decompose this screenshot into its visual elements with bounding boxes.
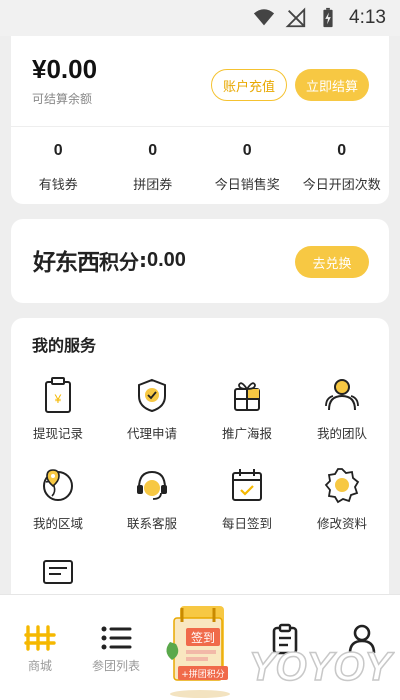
battery-charging-icon [323,7,333,28]
points-label: 积分 [99,249,139,274]
settings-icon [324,468,360,504]
service-label: 推广海报 [221,426,272,441]
stat-value: 0 [242,142,252,159]
stat-group-coupon[interactable]: 0 拼团券 [106,142,201,193]
service-document[interactable] [11,556,105,586]
stat-label: 今日销售奖 [214,178,280,193]
watermark-text: YOYOY [249,645,395,689]
svg-text:¥: ¥ [54,392,62,406]
no-signal-icon [285,7,306,28]
status-bar: 4:13 [0,0,400,36]
stat-today-sales-reward[interactable]: 0 今日销售奖 [200,142,295,193]
stat-today-group-count[interactable]: 0 今日开团次数 [295,142,390,193]
service-label: 修改资料 [316,516,367,531]
checkin-promo-banner[interactable]: 签到 +拼团积分 [160,604,240,700]
stat-value: 0 [148,142,158,159]
service-label: 我的团队 [316,426,367,441]
service-label: 我的区域 [32,516,83,531]
stats-row: 0 有钱券 0 拼团券 0 今日销售奖 0 今日开团次数 [11,142,389,193]
points-colon: : [139,248,147,272]
service-contact-support[interactable]: 联系客服 [105,466,199,532]
service-withdraw-record[interactable]: ¥ 提现记录 [11,376,105,442]
gift-poster-icon [234,382,260,411]
stat-label: 有钱券 [38,178,78,193]
service-promo-poster[interactable]: 推广海报 [200,376,294,442]
team-icon [325,379,359,411]
daily-checkin-icon [232,469,262,501]
list-icon [101,626,132,650]
service-my-region[interactable]: 我的区域 [11,466,105,532]
stat-value: 0 [337,142,347,159]
settle-now-button[interactable]: 立即结算 [295,69,369,101]
service-my-team[interactable]: 我的团队 [295,376,389,442]
stat-value: 0 [53,142,63,159]
document-icon [43,560,73,584]
agent-apply-icon [138,378,166,413]
divider [11,126,389,127]
withdraw-record-icon: ¥ [45,377,71,413]
balance-card: ¥0.00 可结算余额 账户充值 立即结算 0 有钱券 0 拼团券 0 今日销售… [11,36,389,204]
tab-group-list[interactable]: 参团列表 [76,595,156,674]
services-card: 我的服务 ¥ 提现记录 代理申请 推广海报 我的团队 我的区域 联系客服 每日签… [11,318,389,618]
region-icon [43,469,73,501]
watermark-logo: YOYOY [248,644,395,690]
promo-sign-text: 签到 [191,630,215,645]
brand-logo: 好东西 [33,249,100,276]
stat-label: 拼团券 [133,178,173,193]
service-label: 联系客服 [126,516,177,531]
balance-label: 可结算余额 [32,92,93,106]
service-label: 代理申请 [126,426,177,441]
tab-label: 商城 [27,659,52,673]
clock: 4:13 [349,7,386,28]
service-label: 提现记录 [32,426,83,441]
services-title: 我的服务 [32,336,97,355]
stat-label: 今日开团次数 [302,178,381,193]
tab-label: 参团列表 [91,659,140,673]
tab-mall[interactable]: 商城 [0,595,80,674]
points-value: 0.00 [147,248,186,271]
redeem-button[interactable]: 去兑换 [295,246,369,278]
mall-icon [24,625,56,651]
points-row: 好东西 积分 : 0.00 [33,243,186,277]
recharge-button[interactable]: 账户充值 [211,69,287,101]
balance-amount: ¥0.00 [32,54,98,84]
customer-service-icon [137,470,167,500]
wifi-icon [253,9,275,26]
service-agent-apply[interactable]: 代理申请 [105,376,199,442]
promo-badge-text: +拼团积分 [181,668,225,680]
service-daily-checkin[interactable]: 每日签到 [200,466,294,532]
service-label: 每日签到 [221,516,272,531]
points-card: 好东西 积分 : 0.00 去兑换 [11,219,389,303]
stat-cash-coupon[interactable]: 0 有钱券 [11,142,106,193]
service-edit-profile[interactable]: 修改资料 [295,466,389,532]
